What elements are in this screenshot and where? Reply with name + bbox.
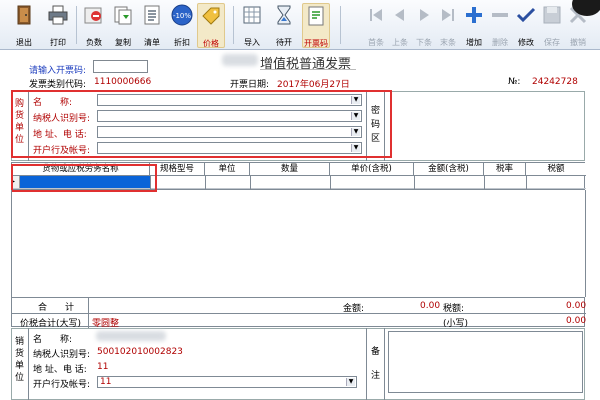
seller-bank-combo[interactable]: 11 ▼	[97, 376, 357, 388]
copy-icon	[114, 6, 132, 25]
seller-name-blur	[96, 331, 166, 341]
col-header-amount[interactable]: 金额(含税)	[414, 163, 484, 175]
import-button[interactable]: 导入	[238, 3, 266, 48]
input-code-label: 请输入开票码:	[29, 66, 87, 76]
negative-invoice-button[interactable]: 负数	[80, 3, 108, 48]
price-tax-small: 0.00	[566, 316, 587, 326]
amount-label: 金额:	[343, 304, 365, 314]
col-header-tax[interactable]: 税额	[526, 163, 586, 175]
exit-door-icon	[17, 5, 31, 25]
first-arrow-icon	[370, 9, 382, 21]
list-button[interactable]: 清单	[138, 3, 166, 48]
invoice-code-input[interactable]	[93, 60, 148, 73]
total-tax: 0.00	[566, 301, 587, 311]
seller-taxid: 500102010002823	[97, 347, 183, 357]
col-header-tax-rate[interactable]: 税率	[484, 163, 526, 175]
dropdown-arrow-icon[interactable]: ▼	[346, 378, 355, 386]
invoice-date: 2017年06月27日	[277, 80, 350, 90]
remark-label: 备注	[371, 347, 381, 381]
col-header-quantity[interactable]: 数量	[250, 163, 330, 175]
seller-name-label: 名 称:	[33, 335, 73, 345]
last-arrow-icon	[442, 9, 454, 21]
print-button[interactable]: 打印	[44, 3, 72, 48]
col-header-unit-price[interactable]: 单价(含税)	[330, 163, 414, 175]
invoice-number: 24242728	[532, 77, 578, 87]
price-tag-icon	[202, 7, 220, 25]
remark-textarea[interactable]	[388, 331, 583, 393]
total-amount: 0.00	[420, 301, 441, 311]
seller-taxid-label: 纳税人识别号:	[33, 350, 91, 360]
seller-bank-label: 开户行及帐号:	[33, 380, 91, 390]
seller-side-label: 销货单位	[15, 337, 25, 383]
col-header-unit[interactable]: 单位	[205, 163, 250, 175]
total-label: 合 计	[38, 303, 75, 313]
printer-icon	[48, 5, 68, 25]
minus-icon	[492, 13, 508, 17]
seller-address-label: 地 址、电 话:	[33, 365, 87, 375]
buyer-highlight-box	[11, 90, 392, 158]
discount-badge-icon: -10%	[171, 4, 193, 26]
discount-button[interactable]: -10% 折扣	[168, 3, 196, 48]
check-icon	[516, 7, 536, 23]
seller-address: 11	[97, 362, 109, 372]
prev-arrow-icon	[395, 9, 404, 21]
issue-code-button[interactable]: 开票码	[302, 3, 330, 48]
price-button[interactable]: 价格	[197, 3, 225, 48]
invoice-type-code-label: 发票类别代码:	[29, 80, 87, 90]
negative-doc-icon	[84, 7, 102, 24]
invoice-code-icon	[308, 6, 324, 26]
save-disk-icon	[543, 6, 561, 24]
plus-icon	[466, 7, 482, 23]
tax-label: 税额:	[443, 304, 465, 314]
number-label: №:	[508, 77, 521, 87]
svg-text:-10%: -10%	[173, 12, 191, 20]
toolbar: 退出 打印 负数 复制 清单 -10% 折扣 价格 导入 待开 开票码 首条 上…	[0, 0, 600, 50]
import-grid-icon	[243, 6, 261, 24]
hourglass-icon	[277, 5, 291, 25]
col-header-spec[interactable]: 规格型号	[150, 163, 205, 175]
goods-cell-highlight-box	[11, 164, 157, 192]
exit-button[interactable]: 退出	[10, 3, 38, 48]
list-icon	[144, 5, 160, 25]
date-label: 开票日期:	[230, 80, 270, 90]
next-arrow-icon	[420, 9, 429, 21]
pending-button[interactable]: 待开	[270, 3, 298, 48]
copy-button[interactable]: 复制	[109, 3, 137, 48]
invoice-type-code: 1110000666	[94, 77, 152, 87]
title-blur	[222, 54, 258, 66]
